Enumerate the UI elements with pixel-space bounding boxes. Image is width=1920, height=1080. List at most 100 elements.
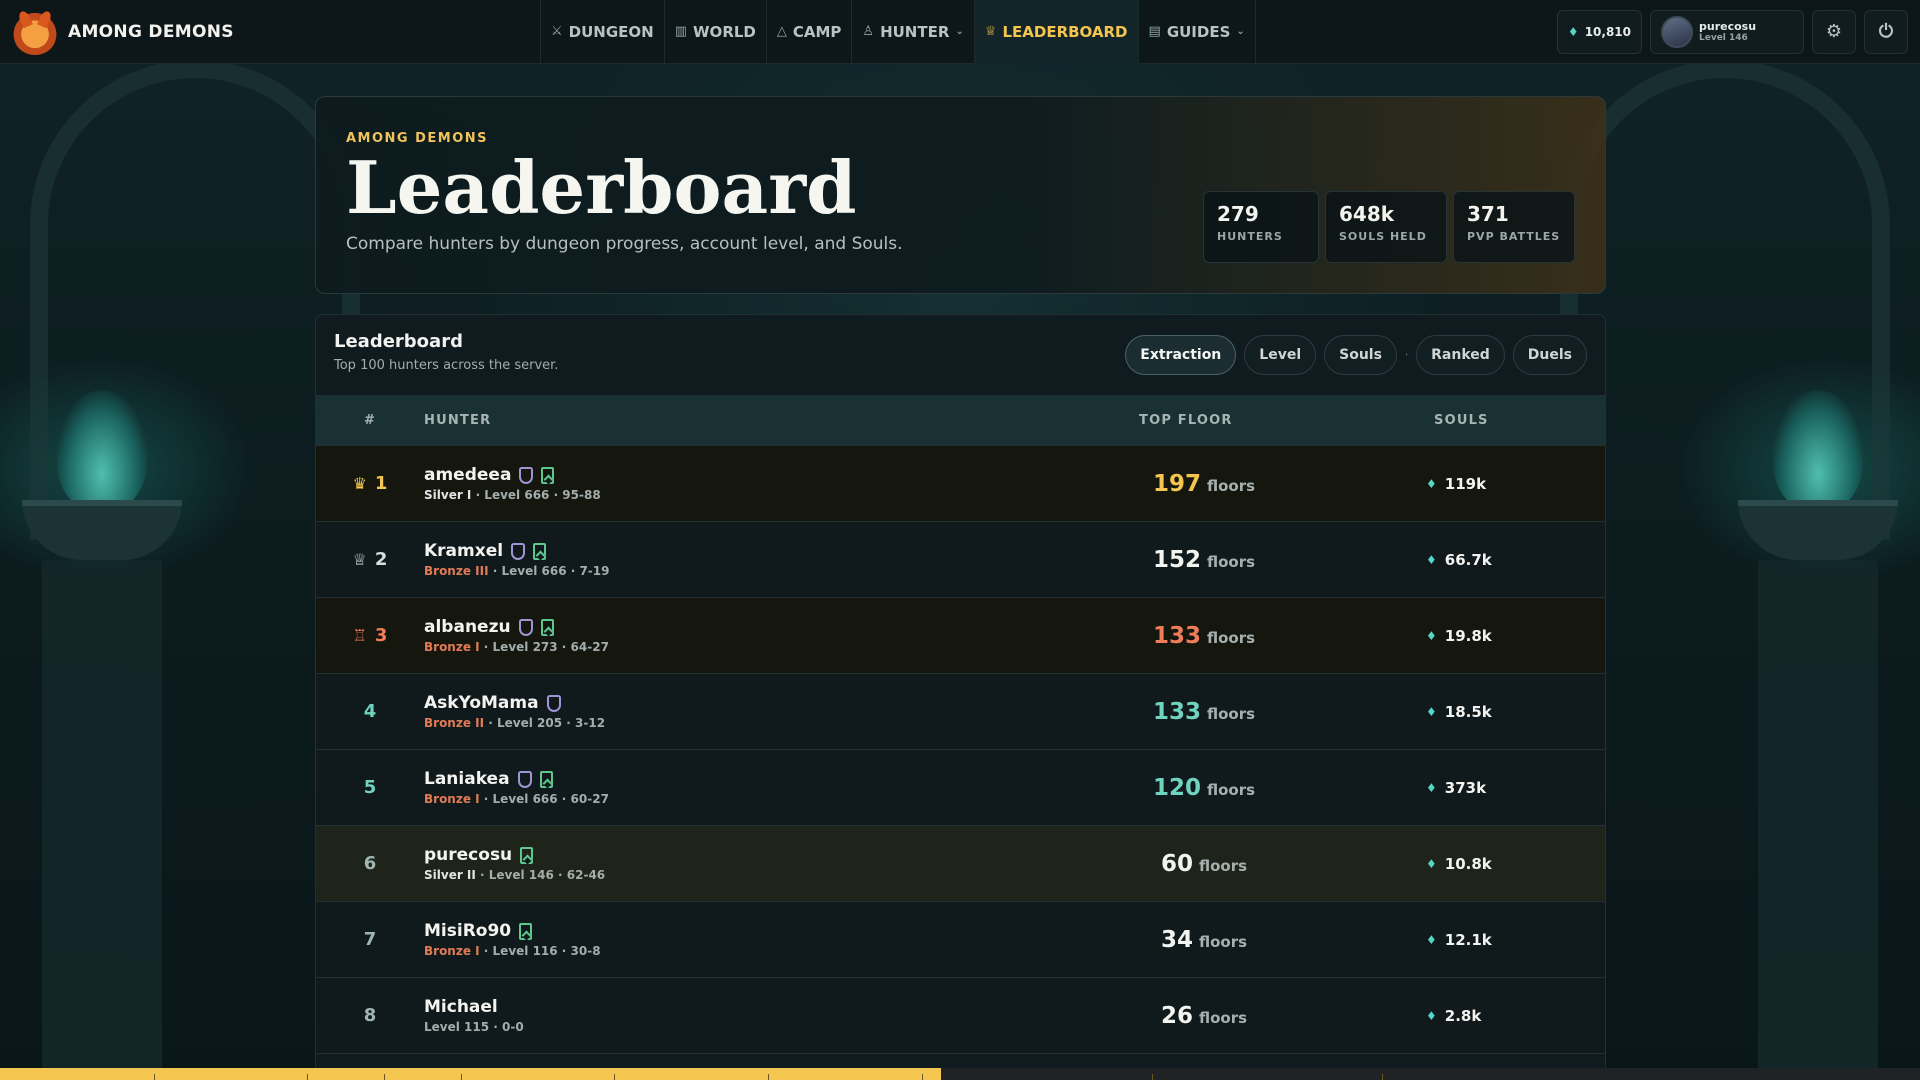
hunter-name[interactable]: purecosu xyxy=(424,845,512,865)
hunter-level-record: · Level 666 · 95-88 xyxy=(471,488,601,502)
floor-cell: 120 floors xyxy=(1064,775,1344,801)
hunter-cell: purecosu Silver II · Level 146 · 62-46 xyxy=(424,845,1064,882)
logout-button[interactable]: ⏻ xyxy=(1864,9,1908,54)
hunter-name[interactable]: amedeea xyxy=(424,465,511,485)
rank-number: 5 xyxy=(363,777,377,798)
nav-hunter[interactable]: ♙ HUNTER ⌄ xyxy=(851,0,973,64)
table-row[interactable]: ♖ 3 albanezu Bronze I · Level 273 · 64-2… xyxy=(316,598,1605,674)
avatar xyxy=(1661,15,1693,48)
hero-card: AMONG DEMONS Leaderboard Compare hunters… xyxy=(315,96,1606,294)
nav-label: DUNGEON xyxy=(568,22,654,41)
souls-cell: ♦ 10.8k xyxy=(1344,855,1604,873)
tab-duels[interactable]: Duels xyxy=(1512,335,1587,375)
souls-value: 373k xyxy=(1444,778,1487,797)
nav-leaderboard[interactable]: ♕ LEADERBOARD xyxy=(973,0,1138,64)
table-header: # HUNTER TOP FLOOR SOULS xyxy=(316,395,1605,446)
floor-value: 120 xyxy=(1152,774,1201,801)
chevron-down-icon: ⌄ xyxy=(955,26,964,37)
nav-dungeon[interactable]: ⚔ DUNGEON xyxy=(540,0,664,64)
hunter-meta: Bronze III · Level 666 · 7-19 xyxy=(424,564,1064,578)
souls-value: 18.5k xyxy=(1444,702,1492,721)
souls-value: 10.8k xyxy=(1444,854,1492,873)
table-row[interactable]: ♛ 1 amedeea Silver I · Level 666 · 95-88… xyxy=(316,446,1605,522)
progress-strip-fill xyxy=(0,1068,941,1080)
crown-icon: ♛ xyxy=(352,474,367,493)
hunter-cell: AskYoMama Bronze II · Level 205 · 3-12 xyxy=(424,693,1064,730)
hunter-name[interactable]: Laniakea xyxy=(424,769,510,789)
stat-value: 371 xyxy=(1467,202,1509,226)
hunter-name[interactable]: MisiRo90 xyxy=(424,921,511,941)
hunter-meta: Silver I · Level 666 · 95-88 xyxy=(424,488,1064,502)
tab-souls[interactable]: Souls xyxy=(1324,335,1397,375)
progress-tick xyxy=(384,1074,385,1080)
table-row[interactable]: ♕ 2 Kramxel Bronze III · Level 666 · 7-1… xyxy=(316,522,1605,598)
hunter-name[interactable]: albanezu xyxy=(424,617,511,637)
board-title: Leaderboard xyxy=(334,331,463,352)
stat-souls-held: 648k SOULS HELD xyxy=(1325,191,1447,263)
stat-label: SOULS HELD xyxy=(1339,230,1427,243)
soul-icon: ♦ xyxy=(1426,476,1437,491)
user-icon: ♙ xyxy=(862,24,875,39)
soul-icon: ♦ xyxy=(1426,628,1437,643)
tier-label: Bronze II xyxy=(424,716,485,730)
rank-cell: 7 xyxy=(316,929,424,950)
nav-guides[interactable]: ▤ GUIDES ⌄ xyxy=(1137,0,1256,64)
soul-icon: ♦ xyxy=(1426,704,1437,719)
floor-unit: floors xyxy=(1206,704,1256,723)
nav-label: LEADERBOARD xyxy=(1002,22,1128,41)
demon-logo-icon xyxy=(12,8,58,55)
soul-icon: ♦ xyxy=(1426,1008,1437,1023)
soul-icon: ♦ xyxy=(1426,780,1437,795)
table-row[interactable]: 4 AskYoMama Bronze II · Level 205 · 3-12… xyxy=(316,674,1605,750)
rank-number: 7 xyxy=(363,929,377,950)
souls-cell: ♦ 66.7k xyxy=(1344,551,1604,569)
tier-label: Bronze I xyxy=(424,792,480,806)
soul-icon: ♦ xyxy=(1426,856,1437,871)
settings-button[interactable]: ⚙ xyxy=(1812,9,1856,54)
hunter-name[interactable]: Michael xyxy=(424,997,498,1017)
user-profile[interactable]: purecosu Level 146 xyxy=(1650,9,1804,54)
stats-group: 279 HUNTERS 648k SOULS HELD 371 PVP BATT… xyxy=(1203,191,1575,263)
floor-cell: 197 floors xyxy=(1064,471,1344,497)
tab-ranked[interactable]: Ranked xyxy=(1416,335,1505,375)
souls-balance[interactable]: ♦ 10,810 xyxy=(1556,9,1642,54)
brand-name: AMONG DEMONS xyxy=(68,21,234,42)
nav-camp[interactable]: △ CAMP xyxy=(765,0,852,64)
table-row[interactable]: 7 MisiRo90 Bronze I · Level 116 · 30-8 3… xyxy=(316,902,1605,978)
hunter-name[interactable]: Kramxel xyxy=(424,541,503,561)
souls-cell: ♦ 2.8k xyxy=(1344,1007,1604,1025)
table-row[interactable]: 8 Michael Level 115 · 0-0 26 floors ♦ 2.… xyxy=(316,978,1605,1054)
leaderboard-panel: Leaderboard Top 100 hunters across the s… xyxy=(315,314,1606,1080)
table-row[interactable]: 5 Laniakea Bronze I · Level 666 · 60-27 … xyxy=(316,750,1605,826)
medal-icon: ♖ xyxy=(352,626,367,645)
hunter-name[interactable]: AskYoMama xyxy=(424,693,539,713)
progress-tick xyxy=(614,1074,616,1080)
floor-cell: 60 floors xyxy=(1064,851,1344,877)
hunter-level-record: · Level 116 · 30-8 xyxy=(479,944,601,958)
souls-value: 2.8k xyxy=(1444,1006,1482,1025)
main-nav: ⚔ DUNGEON ▥ WORLD △ CAMP ♙ HUNTER ⌄ ♕ LE… xyxy=(540,0,1256,64)
rank-cell: 5 xyxy=(316,777,424,798)
soul-icon: ♦ xyxy=(1426,552,1437,567)
rank-number: 8 xyxy=(363,1005,377,1026)
hunter-level-record: · Level 146 · 62-46 xyxy=(475,868,606,882)
shield-icon xyxy=(518,618,533,636)
tent-icon: △ xyxy=(776,24,787,39)
floor-value: 26 xyxy=(1160,1002,1193,1029)
table-row-current-user[interactable]: 6 purecosu Silver II · Level 146 · 62-46… xyxy=(316,826,1605,902)
top-right-controls: ♦ 10,810 purecosu Level 146 ⚙ ⏻ xyxy=(1556,9,1920,54)
souls-value: 12.1k xyxy=(1444,930,1492,949)
nav-world[interactable]: ▥ WORLD xyxy=(663,0,766,64)
floor-unit: floors xyxy=(1198,1008,1248,1027)
floor-unit: floors xyxy=(1198,856,1248,875)
floor-cell: 34 floors xyxy=(1064,927,1344,953)
tab-extraction[interactable]: Extraction xyxy=(1125,335,1237,375)
bookmark-icon xyxy=(533,542,547,560)
brand[interactable]: AMONG DEMONS xyxy=(0,8,540,55)
tab-level[interactable]: Level xyxy=(1244,335,1317,375)
nav-label: WORLD xyxy=(693,22,756,41)
hunter-meta: Bronze I · Level 273 · 64-27 xyxy=(424,640,1064,654)
rank-cell: 8 xyxy=(316,1005,424,1026)
floor-cell: 133 floors xyxy=(1064,623,1344,649)
stat-value: 648k xyxy=(1339,202,1395,226)
